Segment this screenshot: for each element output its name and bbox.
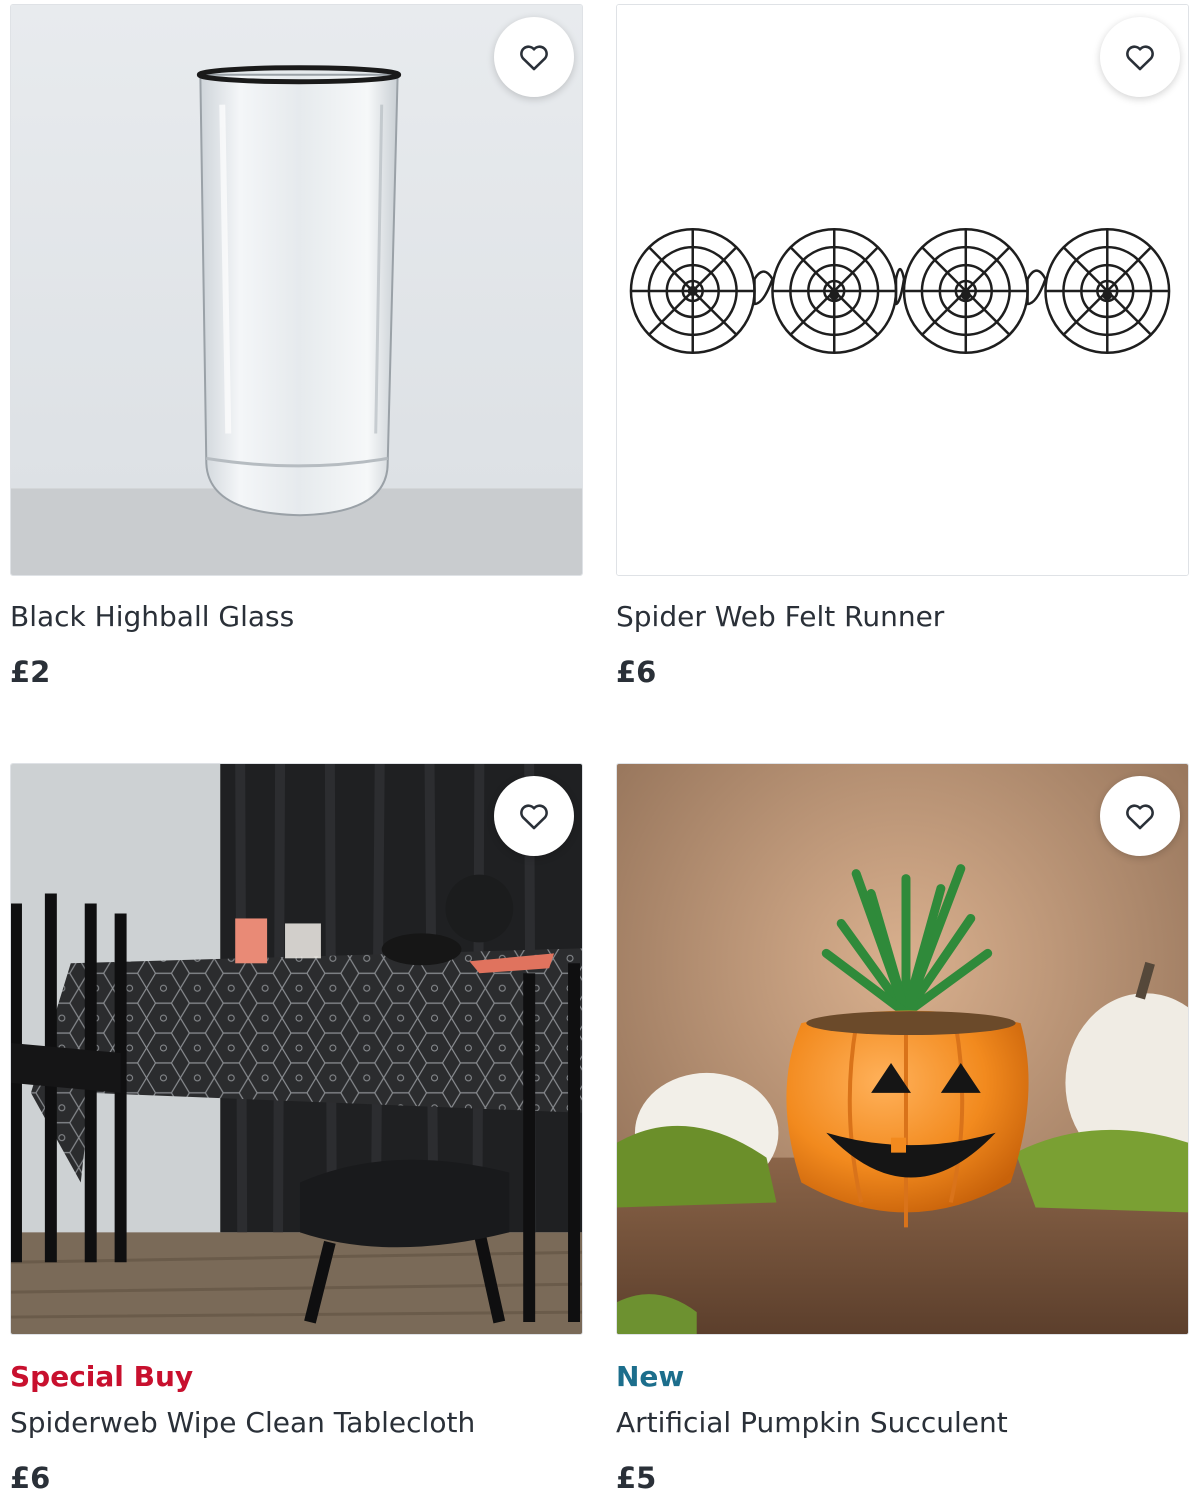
product-title[interactable]: Black Highball Glass [10, 600, 583, 634]
new-badge: New [616, 1360, 685, 1393]
product-image[interactable] [616, 763, 1189, 1335]
tablecloth-image [11, 764, 582, 1334]
highball-glass-image [11, 5, 582, 575]
product-price: £6 [616, 655, 657, 689]
product-image[interactable] [10, 763, 583, 1335]
favourite-button[interactable] [494, 17, 574, 97]
product-card[interactable]: Spider Web Felt Runner £6 [616, 4, 1189, 690]
heart-outline-icon [520, 804, 548, 830]
product-title[interactable]: Spider Web Felt Runner [616, 600, 1189, 634]
product-image[interactable] [10, 4, 583, 576]
product-title[interactable]: Artificial Pumpkin Succulent [616, 1406, 1189, 1440]
product-title[interactable]: Spiderweb Wipe Clean Tablecloth [10, 1406, 583, 1440]
heart-outline-icon [1126, 45, 1154, 71]
pumpkin-succulent-image [617, 764, 1188, 1334]
favourite-button[interactable] [1100, 776, 1180, 856]
special-buy-badge: Special Buy [10, 1360, 194, 1393]
product-price: £2 [10, 655, 51, 689]
product-card[interactable]: Black Highball Glass £2 [10, 4, 583, 690]
heart-outline-icon [520, 45, 548, 71]
product-price: £6 [10, 1461, 51, 1495]
product-card[interactable]: New Artificial Pumpkin Succulent £5 [616, 763, 1189, 1496]
heart-outline-icon [1126, 804, 1154, 830]
favourite-button[interactable] [494, 776, 574, 856]
product-price: £5 [616, 1461, 657, 1495]
product-image[interactable] [616, 4, 1189, 576]
favourite-button[interactable] [1100, 17, 1180, 97]
spider-web-runner-image [617, 5, 1188, 575]
product-card[interactable]: Special Buy Spiderweb Wipe Clean Tablecl… [10, 763, 583, 1496]
